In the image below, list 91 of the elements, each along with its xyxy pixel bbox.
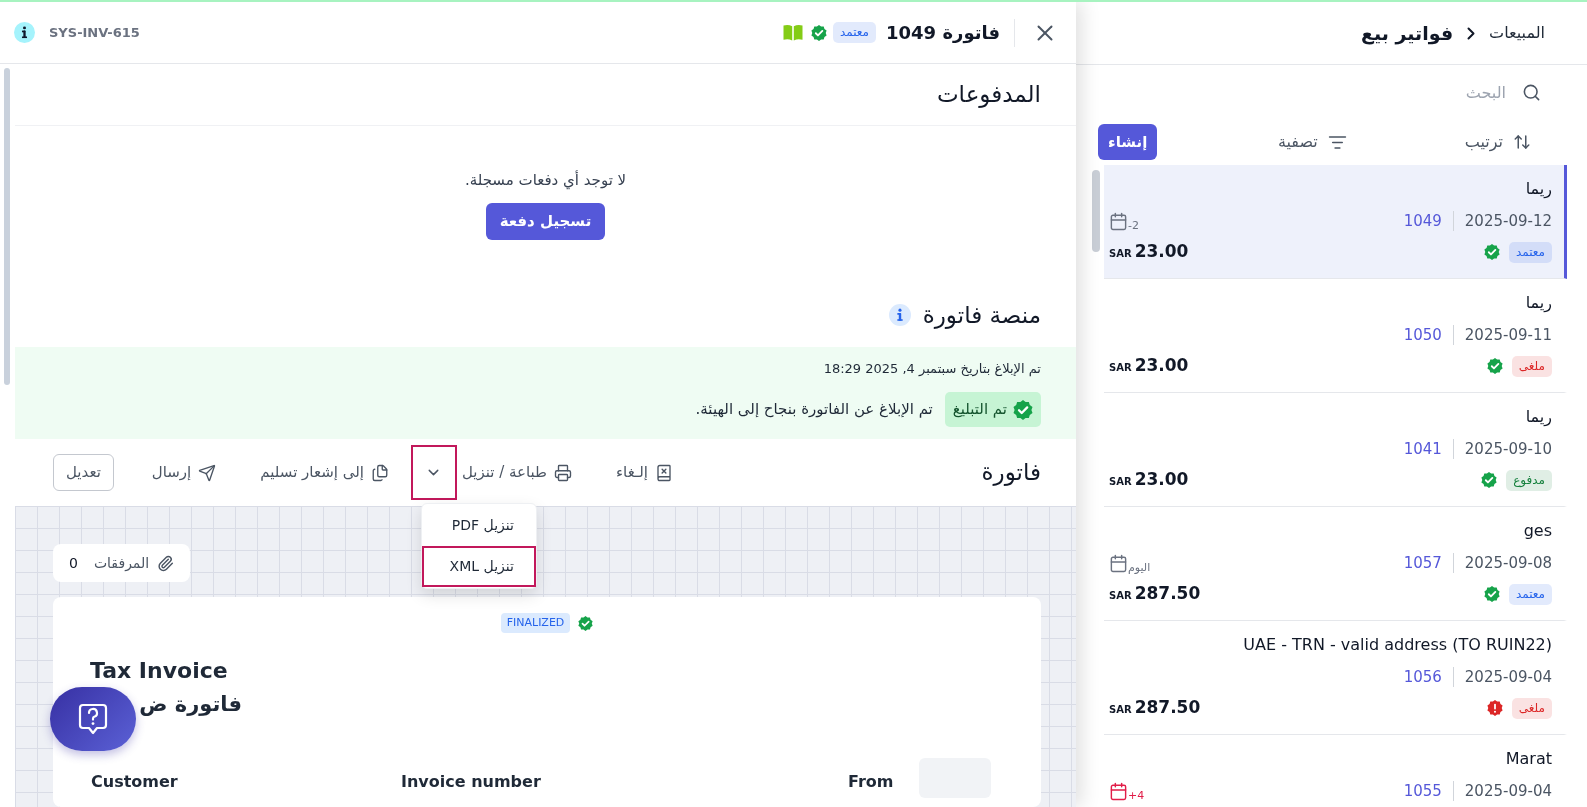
page-title: فواتير بيع	[1361, 20, 1454, 47]
verified-badge-icon	[1481, 472, 1498, 488]
due-days-label: +4	[1128, 789, 1145, 802]
alert-badge-icon	[1486, 700, 1503, 716]
status-tag: FINALIZED	[500, 613, 571, 633]
document-title: Tax Invoice	[90, 657, 228, 685]
amount-value: 287.50	[1134, 582, 1201, 606]
verified-badge-icon	[1013, 399, 1033, 420]
invoice-date: 2025-09-08	[1464, 552, 1552, 574]
edit-button[interactable]: تعديل	[53, 454, 114, 491]
column-label: From	[848, 771, 895, 793]
empty-state-text: لا توجد أي دفعات مسجلة.	[464, 169, 627, 192]
invoice-number: 1055	[1403, 780, 1442, 802]
status-tag: ملغى	[1511, 355, 1552, 377]
invoice-number: 1056	[1403, 666, 1442, 688]
due-days-label: -2	[1128, 219, 1139, 232]
amount-value: 23.00	[1134, 468, 1189, 492]
invoice-date: 2025-09-10	[1464, 438, 1552, 460]
currency-code: SAR	[1109, 589, 1132, 604]
delivery-note-button[interactable]: إلى إشعار تسليم	[238, 452, 411, 493]
status-tag: معتمد	[1508, 241, 1552, 263]
record-payment-button[interactable]: تسجيل دفعة	[485, 203, 606, 240]
paperclip-icon	[157, 554, 175, 572]
documents-icon	[370, 463, 389, 482]
customer-name: ريما	[1525, 292, 1552, 315]
section-heading: منصة فاتورة	[922, 300, 1041, 331]
invoice-number: 1041	[1403, 438, 1442, 460]
customer-name: ges	[1523, 520, 1552, 542]
reference-code: SYS-INV-615	[49, 23, 140, 42]
search-field[interactable]: البحث	[1096, 75, 1506, 109]
customer-name: ريما	[1525, 178, 1552, 201]
verified-badge-icon	[810, 24, 827, 41]
section-heading: المدفوعات	[936, 80, 1041, 110]
printer-icon	[554, 463, 572, 482]
search-icon	[1522, 82, 1541, 102]
book-icon	[782, 24, 803, 41]
print-download-button[interactable]: طباعة / تنزيل	[456, 452, 594, 493]
create-button[interactable]: إنشاء	[1098, 124, 1158, 160]
book-x-icon	[655, 463, 673, 482]
due-days-label: اليوم	[1128, 561, 1151, 574]
document-title-arabic: فاتورة ض	[139, 691, 242, 718]
cancel-button[interactable]: إلـغاء	[594, 452, 695, 493]
breadcrumb-link[interactable]: المبيعات	[1489, 21, 1545, 45]
section-heading: فاتورة	[981, 458, 1041, 488]
invoice-number: 1057	[1403, 552, 1442, 574]
status-tag: معتمد	[1508, 583, 1552, 605]
send-button[interactable]: إرسال	[129, 452, 239, 493]
invoice-number: 1049	[1403, 210, 1442, 232]
menu-item[interactable]: تنزيل XML	[421, 546, 536, 587]
status-tag: مدفوع	[1506, 469, 1552, 491]
sort-arrows-icon	[1513, 133, 1531, 151]
scrollbar-thumb[interactable]	[4, 68, 10, 385]
calendar-icon	[1109, 553, 1128, 573]
verified-badge-icon	[1483, 244, 1500, 260]
invoice-date: 2025-09-04	[1464, 666, 1552, 688]
invoice-number: 1050	[1403, 324, 1442, 346]
amount-value: 23.00	[1134, 354, 1189, 378]
invoice-date: 2025-09-12	[1464, 210, 1552, 232]
filter-button[interactable]: تصفية	[1277, 130, 1347, 154]
currency-code: SAR	[1109, 703, 1132, 718]
status-tag: معتمد	[832, 22, 877, 43]
reported-message: تم الإبلاغ عن الفاتورة بنجاح إلى الهيئة.	[695, 399, 933, 421]
reported-tag-label: تم التبليغ	[952, 399, 1007, 421]
customer-name: UAE - TRN - valid address (TO RUIN22)	[1243, 634, 1552, 656]
info-icon[interactable]	[14, 22, 35, 43]
help-bubble-icon	[78, 703, 108, 735]
verified-badge-icon	[578, 615, 594, 631]
currency-code: SAR	[1109, 361, 1132, 376]
invoice-date: 2025-09-04	[1464, 780, 1552, 802]
currency-code: SAR	[1109, 475, 1132, 490]
amount-value: 287.50	[1134, 696, 1201, 720]
verified-badge-icon	[1483, 586, 1500, 602]
reported-date-text: تم الإبلاغ بتاريخ سبتمبر 4, 2025 18:29	[823, 360, 1041, 379]
verified-badge-icon	[1486, 358, 1503, 374]
calendar-icon	[1109, 781, 1128, 801]
menu-item[interactable]: تنزيل PDF	[421, 505, 536, 546]
scrollbar-thumb[interactable]	[1092, 170, 1100, 252]
customer-name: ريما	[1525, 406, 1552, 429]
column-label: Customer	[91, 771, 179, 793]
column-label: Invoice number	[401, 771, 542, 793]
invoice-title: فاتورة 1049	[886, 21, 1000, 46]
calendar-icon	[1109, 211, 1128, 231]
chevron-icon	[1467, 26, 1476, 40]
currency-code: SAR	[1109, 247, 1132, 262]
sort-button[interactable]: ترتيب	[1464, 130, 1531, 154]
customer-name: Marat	[1505, 748, 1552, 770]
status-tag: ملغى	[1511, 697, 1552, 719]
invoice-date: 2025-09-11	[1464, 324, 1552, 346]
send-icon	[198, 463, 217, 482]
dropdown-toggle-button[interactable]	[410, 445, 457, 500]
amount-value: 23.00	[1134, 240, 1189, 264]
